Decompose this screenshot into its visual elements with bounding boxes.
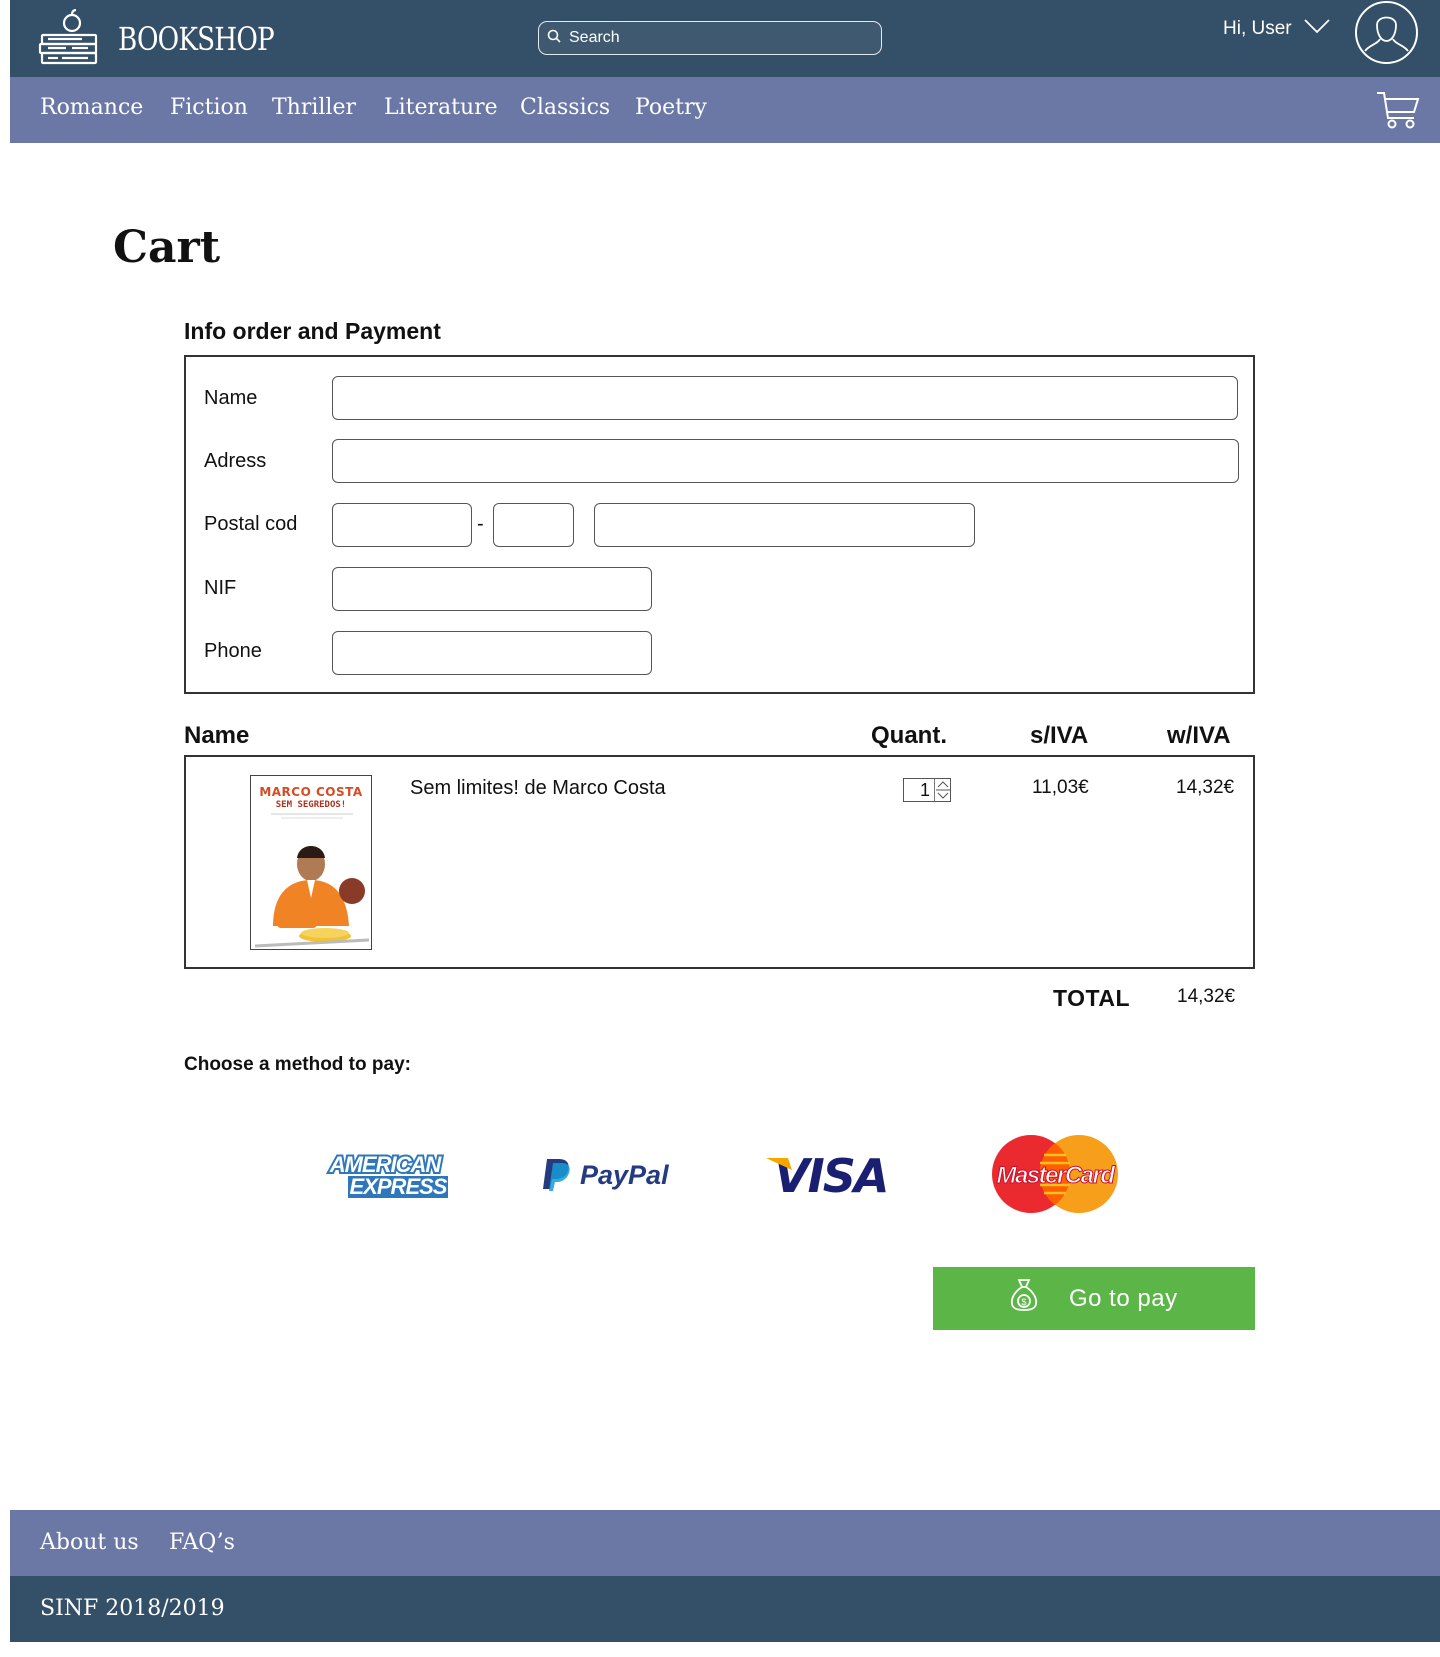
up-down-arrows-icon[interactable] [934,779,950,801]
brand-name: BOOKSHOP [118,19,275,58]
postal-code-label: Postal cod [204,513,298,535]
column-header-name: Name [184,722,250,749]
money-bag-icon: $ [1009,1278,1039,1319]
nav-item-fiction[interactable]: Fiction [170,95,248,120]
nav-item-romance[interactable]: Romance [40,95,143,120]
phone-field[interactable] [332,631,652,675]
go-to-pay-button[interactable]: $ Go to pay [933,1267,1255,1330]
quantity-value: 1 [919,779,930,800]
copyright-text: SINF 2018/2019 [40,1596,225,1621]
column-header-quantity: Quant. [871,722,947,749]
visa-logo[interactable]: VISA [766,1148,898,1205]
book-cover-image[interactable]: MARCO COSTA SEM SEGREDOS! [250,775,372,950]
address-label: Adress [204,450,267,472]
visa-text: VISA [774,1149,887,1200]
brand-logo[interactable]: BOOKSHOP [38,0,308,77]
search-box[interactable] [538,21,882,55]
nav-item-poetry[interactable]: Poetry [635,95,707,120]
top-header: BOOKSHOP Hi, User [10,0,1440,77]
chevron-down-icon [1303,18,1330,40]
postal-code-part2-field[interactable] [493,503,574,547]
column-header-with-tax: w/IVA [1167,722,1231,749]
paypal-logo[interactable]: PayPal [541,1155,676,1200]
mastercard-logo[interactable]: MasterCard [990,1133,1120,1220]
page-title: Cart [113,222,221,273]
user-greeting: Hi, User [1223,18,1292,39]
nav-item-classics[interactable]: Classics [520,95,610,120]
address-field[interactable] [332,439,1239,483]
user-menu[interactable]: Hi, User [1223,18,1330,40]
user-avatar-icon[interactable] [1355,1,1418,64]
section-title: Info order and Payment [184,318,441,344]
name-field[interactable] [332,376,1238,420]
category-nav: Romance Fiction Thriller Literature Clas… [10,77,1440,143]
amex-line2: EXPRESS [350,1174,448,1199]
go-to-pay-label: Go to pay [1069,1284,1178,1312]
postal-code-part1-field[interactable] [332,503,472,547]
name-label: Name [204,387,258,409]
nav-item-thriller[interactable]: Thriller [272,95,356,120]
quantity-stepper[interactable]: 1 [903,778,951,802]
postal-code-locality-field[interactable] [594,503,975,547]
nav-item-literature[interactable]: Literature [384,95,498,120]
postal-code-separator: - [477,513,484,535]
price-without-tax: 11,03€ [1032,777,1089,798]
chef-illustration [254,813,370,948]
footer-links-bar: About us FAQ’s [10,1510,1440,1576]
mastercard-text: MasterCard [996,1162,1116,1189]
footer-link-faq[interactable]: FAQ’s [169,1530,235,1555]
search-input[interactable] [569,29,859,47]
nif-label: NIF [204,577,237,599]
order-info-form: Name Adress Postal cod - NIF Phone [184,355,1255,694]
payment-method-prompt: Choose a method to pay: [184,1054,411,1075]
price-with-tax: 14,32€ [1176,777,1235,798]
nif-field[interactable] [332,567,652,611]
cart-item-title[interactable]: Sem limites! de Marco Costa [410,777,666,800]
total-value: 14,32€ [1177,986,1236,1007]
footer-link-about[interactable]: About us [40,1530,139,1555]
footer-copyright-bar: SINF 2018/2019 [10,1576,1440,1642]
books-stack-icon [38,8,100,69]
total-label: TOTAL [1053,985,1131,1011]
column-header-without-tax: s/IVA [1030,722,1089,749]
shopping-cart-icon[interactable] [1376,90,1420,135]
american-express-logo[interactable]: AMERICAN EXPRESS [320,1150,450,1205]
search-icon [547,29,561,48]
phone-label: Phone [204,640,262,662]
paypal-text: PayPal [580,1160,669,1190]
svg-text:$: $ [1022,1297,1027,1307]
cart-items: MARCO COSTA SEM SEGREDOS! Sem limites! d… [184,755,1255,969]
